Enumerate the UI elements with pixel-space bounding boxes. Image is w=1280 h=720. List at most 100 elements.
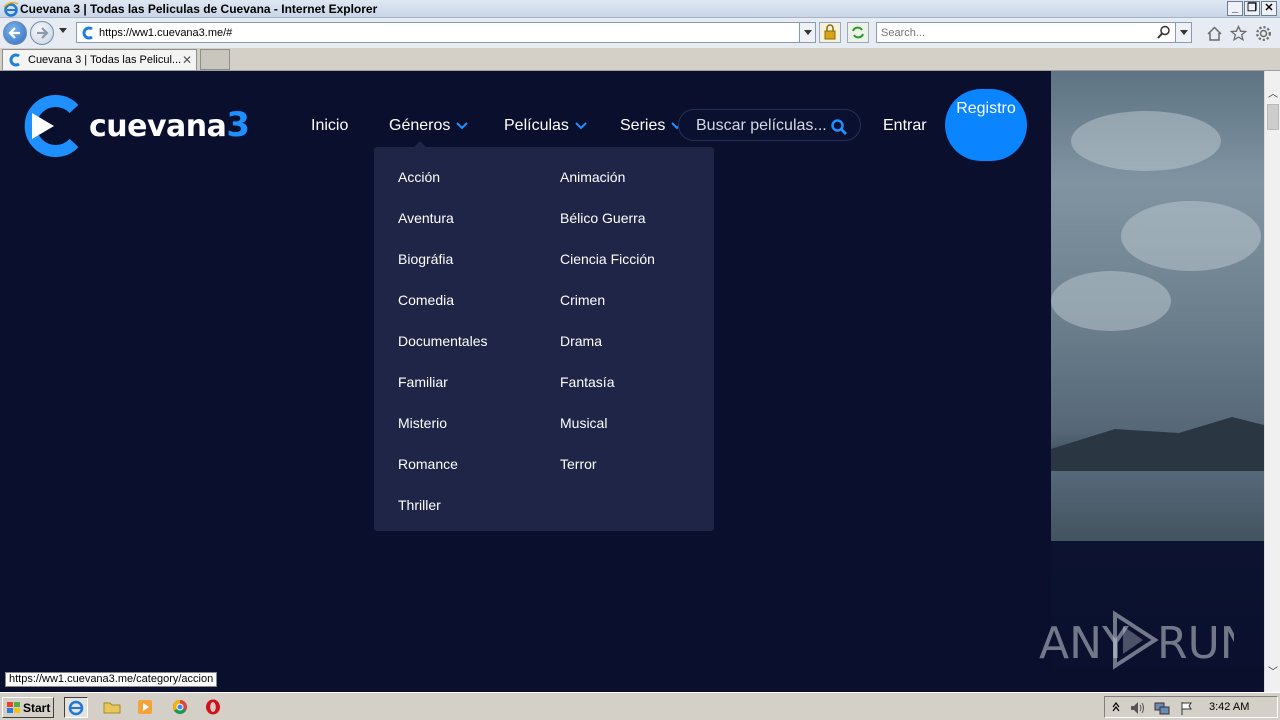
genre-thriller[interactable]: Thriller <box>398 497 441 513</box>
volume-icon[interactable] <box>1129 700 1147 716</box>
vertical-scrollbar[interactable]: ︿ ﹀ <box>1264 71 1280 692</box>
anyrun-watermark: ANY RUN <box>1039 608 1253 675</box>
chevron-down-icon <box>804 30 812 35</box>
internet-explorer-icon <box>3 1 19 17</box>
status-bar-url: https://ww1.cuevana3.me/category/accion <box>5 672 218 687</box>
favorites-star-icon[interactable] <box>1230 25 1247 42</box>
nav-peliculas[interactable]: Películas <box>504 117 587 135</box>
hero-background-image <box>1051 71 1264 692</box>
network-icon[interactable] <box>1153 700 1171 716</box>
chrome-icon <box>173 700 187 714</box>
windows-flag-icon <box>7 702 20 713</box>
start-label: Start <box>23 701 51 715</box>
nav-entrar[interactable]: Entrar <box>883 117 927 135</box>
refresh-icon <box>852 26 864 39</box>
genre-ciencia-ficcion[interactable]: Ciencia Ficción <box>560 251 655 267</box>
genre-familiar[interactable]: Familiar <box>398 374 448 390</box>
cuevana-logo-icon <box>24 95 79 157</box>
page-viewport: cuevana3 Inicio Géneros Películas Series… <box>0 71 1264 692</box>
chevron-down-icon <box>575 122 587 130</box>
forward-arrow-icon <box>37 27 49 39</box>
minimize-button[interactable]: _ <box>1227 1 1243 16</box>
media-player-icon <box>138 700 152 714</box>
scroll-down-icon[interactable]: ﹀ <box>1265 663 1280 680</box>
folder-icon <box>103 702 121 714</box>
svg-text:RUN: RUN <box>1157 618 1234 669</box>
site-favicon-icon <box>82 26 93 40</box>
genre-romance[interactable]: Romance <box>398 456 458 472</box>
genre-terror[interactable]: Terror <box>560 456 597 472</box>
close-window-button[interactable]: ✕ <box>1261 1 1277 16</box>
nav-series[interactable]: Series <box>620 117 684 135</box>
lock-icon <box>824 24 836 40</box>
taskbar-clock: 3:42 AM <box>1209 701 1250 713</box>
genre-accion[interactable]: Acción <box>398 169 440 185</box>
window-titlebar: Cuevana 3 | Todas las Peliculas de Cueva… <box>0 0 1280 18</box>
taskbar-ie-button[interactable] <box>64 697 88 718</box>
genre-fantasia[interactable]: Fantasía <box>560 374 614 390</box>
settings-gear-icon[interactable] <box>1255 25 1272 42</box>
browser-search-input[interactable] <box>881 25 1151 40</box>
home-icon[interactable] <box>1206 25 1223 42</box>
genres-dropdown-menu: Acción Aventura Biográfia Comedia Docume… <box>374 141 714 531</box>
address-dropdown-button[interactable] <box>799 23 815 42</box>
genre-drama[interactable]: Drama <box>560 333 602 349</box>
site-favicon-icon <box>9 53 20 67</box>
search-icon[interactable] <box>830 118 848 136</box>
tab-cuevana[interactable]: Cuevana 3 | Todas las Pelicul... ✕ <box>2 49 197 70</box>
nav-generos-label: Géneros <box>389 117 451 134</box>
refresh-button[interactable] <box>847 22 869 43</box>
genre-documentales[interactable]: Documentales <box>398 333 488 349</box>
back-button[interactable] <box>3 21 27 45</box>
opera-icon <box>206 699 220 715</box>
chevron-down-icon <box>1180 30 1188 35</box>
genre-comedia[interactable]: Comedia <box>398 292 454 308</box>
site-logo[interactable]: cuevana3 <box>24 95 269 157</box>
close-tab-icon[interactable]: ✕ <box>182 53 192 67</box>
window-title: Cuevana 3 | Todas las Peliculas de Cueva… <box>20 2 378 16</box>
taskbar-chrome-button[interactable] <box>169 697 193 718</box>
dropdown-caret <box>414 141 426 147</box>
search-icon[interactable] <box>1157 25 1171 39</box>
search-provider-dropdown[interactable] <box>1175 23 1191 42</box>
genre-biografia[interactable]: Biográfia <box>398 251 453 267</box>
internet-explorer-icon <box>68 700 84 716</box>
taskbar-explorer-button[interactable] <box>101 697 125 718</box>
tab-label: Cuevana 3 | Todas las Pelicul... <box>28 54 182 66</box>
tab-strip: Cuevana 3 | Todas las Pelicul... ✕ <box>0 48 1280 71</box>
site-search-box[interactable] <box>678 109 861 141</box>
logo-text: cuevana <box>89 109 227 144</box>
start-button[interactable]: Start <box>2 697 54 718</box>
address-bar[interactable] <box>76 22 816 43</box>
system-tray <box>1104 696 1278 718</box>
scroll-thumb[interactable] <box>1267 104 1279 130</box>
genre-animacion[interactable]: Animación <box>560 169 625 185</box>
windows-taskbar: Start 3:42 AM <box>0 692 1280 720</box>
nav-generos[interactable]: Géneros <box>389 117 469 135</box>
address-input[interactable] <box>99 25 789 40</box>
genre-crimen[interactable]: Crimen <box>560 292 605 308</box>
register-button[interactable]: Registro <box>945 89 1027 161</box>
history-dropdown-icon[interactable] <box>58 27 68 35</box>
logo-number: 3 <box>226 105 250 145</box>
genre-misterio[interactable]: Misterio <box>398 415 447 431</box>
tray-expand-icon[interactable] <box>1111 700 1121 714</box>
security-lock-button[interactable] <box>819 22 841 43</box>
action-center-flag-icon[interactable] <box>1179 700 1195 716</box>
anyrun-logo: ANY RUN <box>1039 610 1253 670</box>
genre-belico-guerra[interactable]: Bélico Guerra <box>560 210 646 226</box>
genre-aventura[interactable]: Aventura <box>398 210 454 226</box>
taskbar-media-player-button[interactable] <box>134 697 158 718</box>
genre-musical[interactable]: Musical <box>560 415 607 431</box>
scroll-up-icon[interactable]: ︿ <box>1265 85 1280 102</box>
taskbar-opera-button[interactable] <box>202 697 226 718</box>
nav-peliculas-label: Películas <box>504 117 569 134</box>
nav-inicio[interactable]: Inicio <box>311 117 348 135</box>
forward-button[interactable] <box>30 21 54 45</box>
site-search-input[interactable] <box>696 117 826 135</box>
new-tab-button[interactable] <box>200 49 230 70</box>
nav-series-label: Series <box>620 117 666 134</box>
back-arrow-icon <box>8 27 20 39</box>
restore-button[interactable]: ❐ <box>1244 1 1260 16</box>
browser-search-box[interactable] <box>876 22 1192 43</box>
